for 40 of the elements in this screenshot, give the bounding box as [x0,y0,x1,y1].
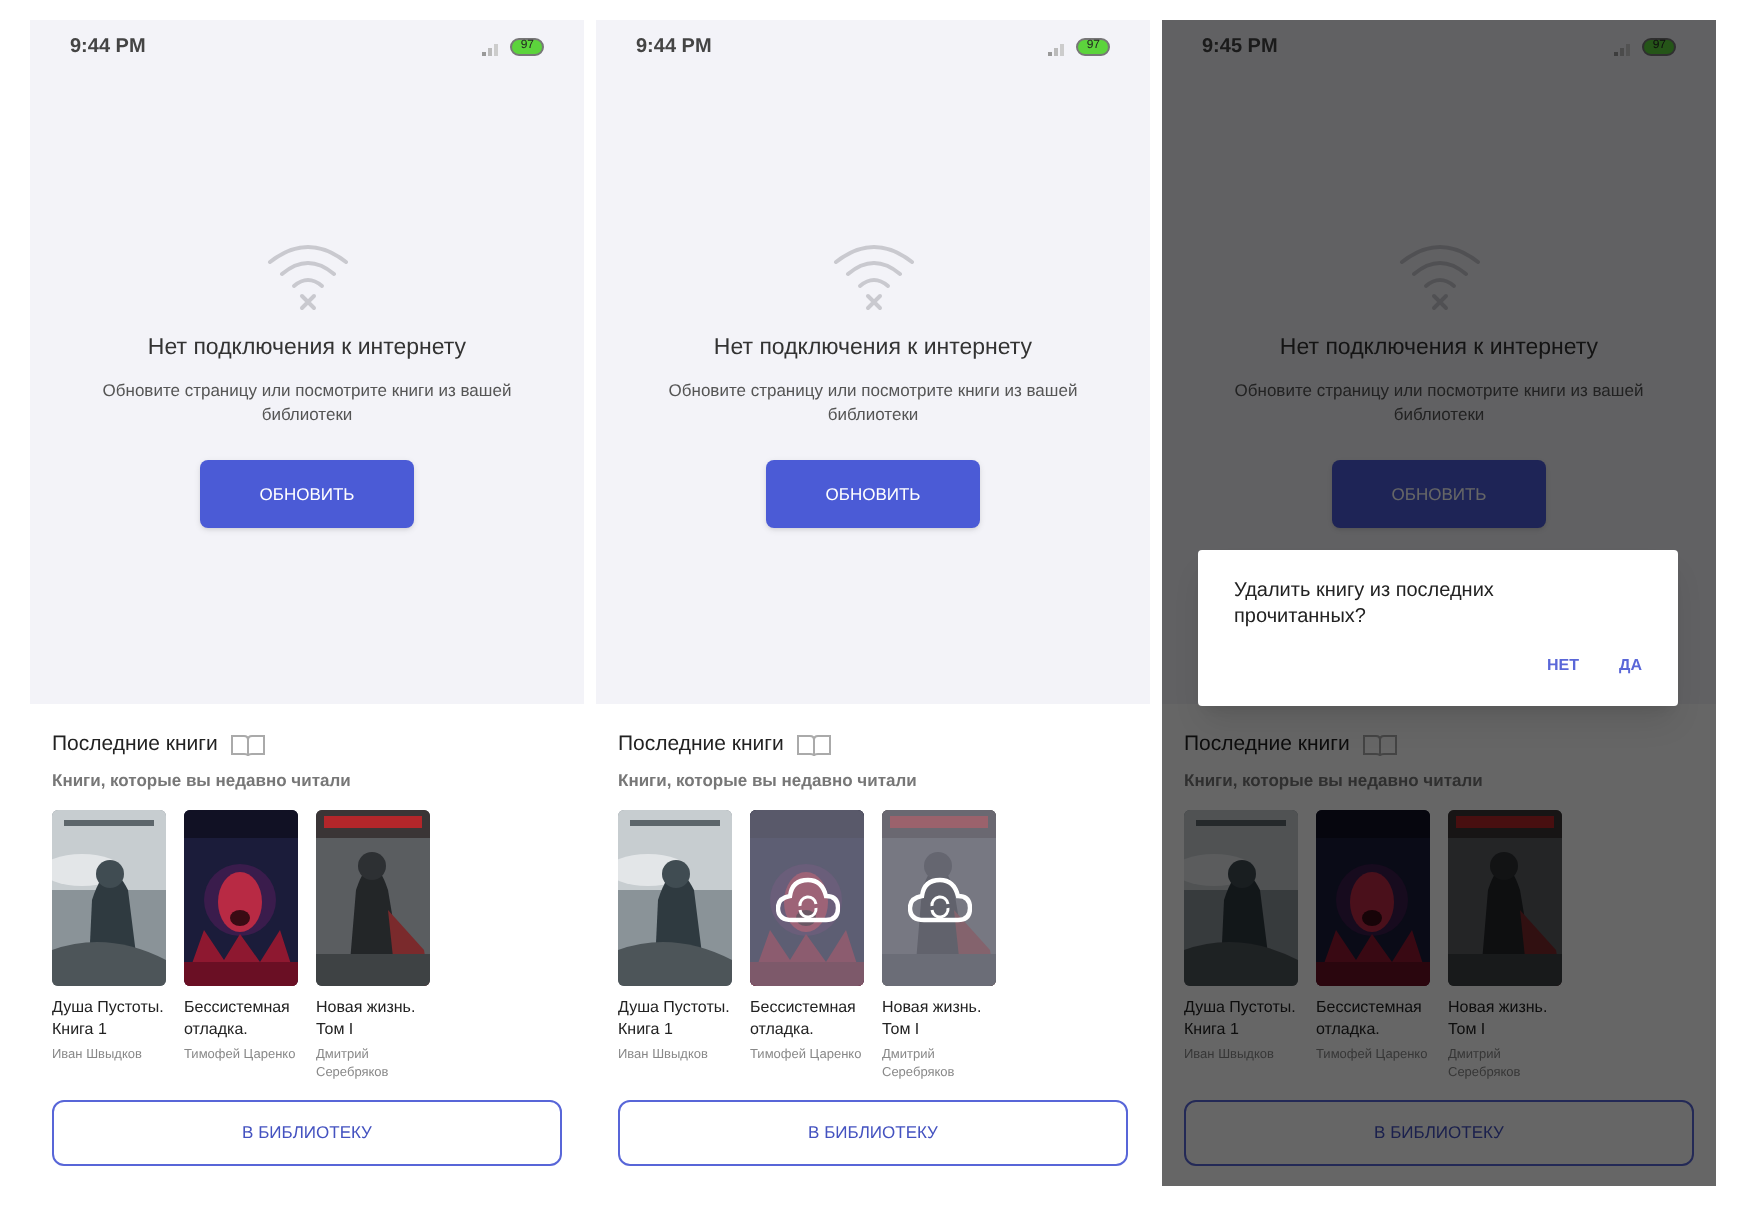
book-title: Бессистемная отладка. [1316,995,1424,1039]
status-time: 9:45 PM [1202,34,1278,62]
offline-message: Обновите страницу или посмотрите книги из вашей библиотеки [100,378,514,427]
book-icon [1361,733,1398,758]
no-wifi-icon [263,240,351,312]
offline-title: Нет подключения к интернету [147,334,467,364]
section-subtitle: Книги, которые вы недавно читали [618,767,919,793]
status-time: 9:44 PM [70,34,146,62]
dialog-button[interactable]: НЕТ [1547,654,1580,678]
signal-icon [482,39,503,55]
offline-message: Обновите страницу или посмотрите книги из вашей библиотеки [1232,378,1646,427]
section-title: Последние книги [618,730,784,760]
no-wifi-icon [829,240,917,312]
library-button[interactable]: В БИБЛИОТЕКУ [618,1099,1128,1165]
book-title: Новая жизнь. Том I [1448,995,1550,1039]
book-icon [795,733,832,758]
dialog-message: Удалить книгу из последних прочитанных? [1234,578,1496,630]
offline-message: Обновите страницу или посмотрите книги из вашей библиотеки [666,378,1080,427]
dialog-button[interactable]: ДА [1619,654,1642,678]
book-title: Новая жизнь. Том I [316,995,418,1039]
book-icon [229,733,266,758]
signal-icon [1048,39,1069,55]
book-title: Бессистемная отладка. [184,995,292,1039]
book-title: Новая жизнь. Том I [882,995,984,1039]
book-title: Душа Пустоты. Книга 1 [52,995,166,1039]
book-title: Душа Пустоты. Книга 1 [1184,995,1298,1039]
book-title: Душа Пустоты. Книга 1 [618,995,732,1039]
signal-icon [1614,39,1635,55]
section-title: Последние книги [52,730,218,760]
library-button[interactable]: В БИБЛИОТЕКУ [52,1099,562,1165]
refresh-button[interactable]: ОБНОВИТЬ [766,460,980,529]
offline-title: Нет подключения к интернету [713,334,1033,364]
section-subtitle: Книги, которые вы недавно читали [52,767,353,793]
cloud-sync-icon [908,875,972,923]
book-title: Бессистемная отладка. [750,995,858,1039]
cloud-sync-icon [776,875,840,923]
status-time: 9:44 PM [636,34,712,62]
refresh-button[interactable]: ОБНОВИТЬ [200,460,414,529]
section-title: Последние книги [1184,730,1350,760]
offline-title: Нет подключения к интернету [1279,334,1599,364]
